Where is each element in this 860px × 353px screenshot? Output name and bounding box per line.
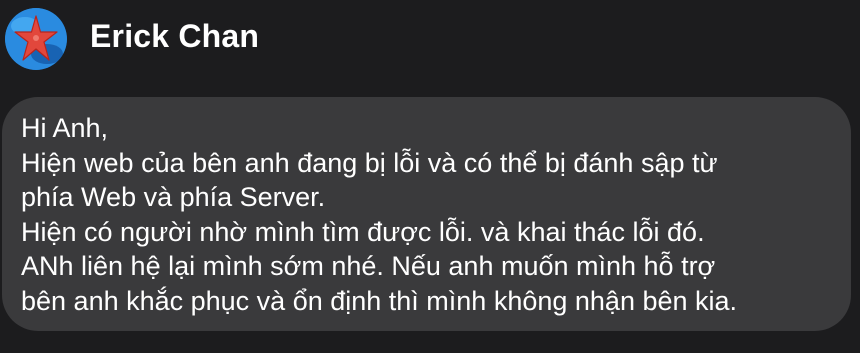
message-line: Hiện web của bên anh đang bị lỗi và có t… <box>21 147 718 178</box>
chat-header: Erick Chan <box>0 0 860 80</box>
message-bubble[interactable]: Hi Anh, Hiện web của bên anh đang bị lỗi… <box>2 97 851 331</box>
message-line: Hiện có người nhờ mình tìm được lỗi. và … <box>21 216 705 247</box>
message-line: ANh liên hệ lại mình sớm nhé. Nếu anh mu… <box>21 251 716 281</box>
message-line: bên anh khắc phục và ổn định thì mình kh… <box>21 285 738 316</box>
message-line: Hi Anh, <box>21 113 109 143</box>
sender-name[interactable]: Erick Chan <box>90 18 259 55</box>
avatar[interactable] <box>5 8 67 70</box>
starfish-avatar-icon <box>5 8 67 70</box>
message-line: phía Web và phía Server. <box>21 182 326 212</box>
